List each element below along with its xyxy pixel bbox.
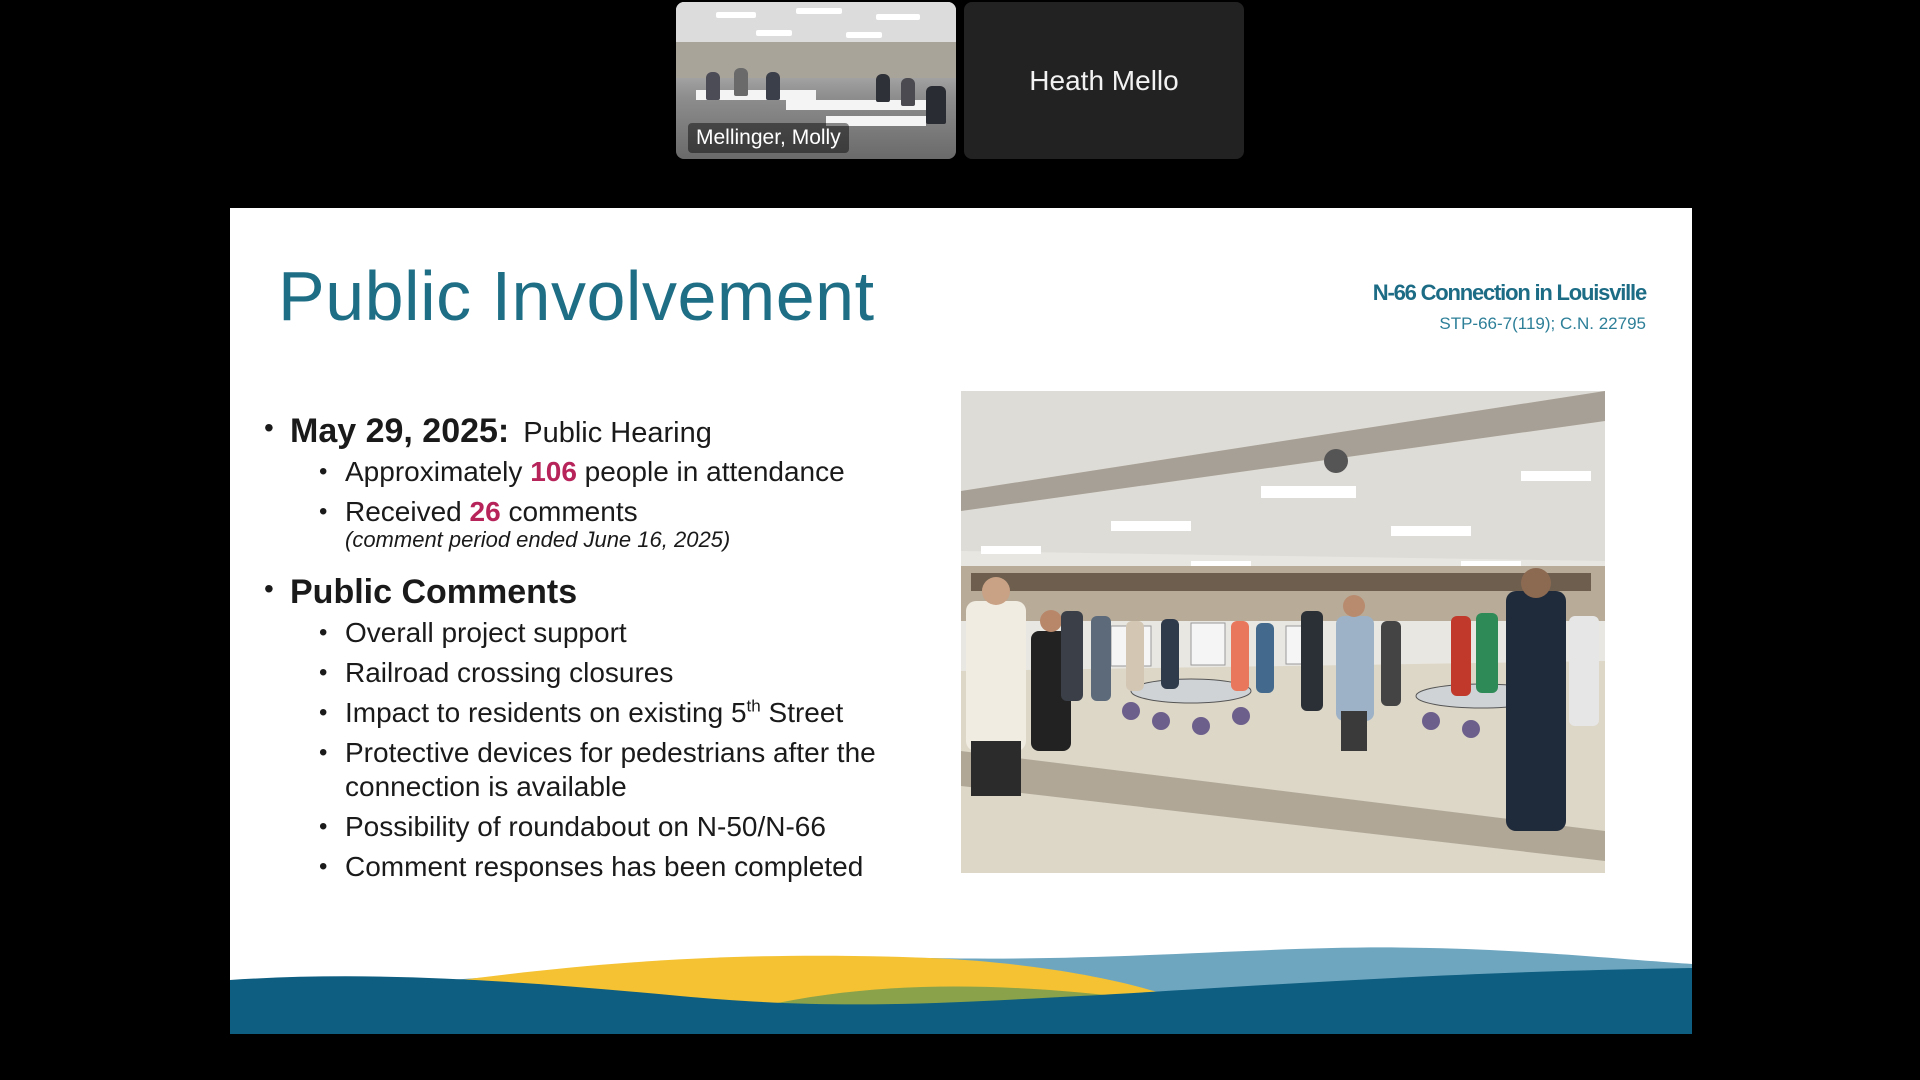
comment-period-note: (comment period ended June 16, 2025) bbox=[345, 527, 731, 552]
attendance-text: Approximately bbox=[345, 456, 531, 487]
bullet-hearing: May 29, 2025: Public Hearing bbox=[262, 412, 1002, 451]
public-comments-heading: Public Comments bbox=[290, 573, 578, 611]
bullet-list: May 29, 2025: Public Hearing Approximatel… bbox=[262, 412, 1002, 884]
comment-item-superscript: th bbox=[746, 696, 761, 716]
slide-title: Public Involvement bbox=[278, 257, 875, 335]
attendance-text-end: people in attendance bbox=[576, 456, 845, 487]
comment-item: Impact to residents on existing 5th Stre… bbox=[262, 696, 1002, 730]
participant-name-label: Mellinger, Molly bbox=[688, 123, 849, 153]
participant-name-label: Heath Mello bbox=[1029, 64, 1179, 96]
hearing-label: Public Hearing bbox=[523, 417, 712, 449]
bullet-attendance: Approximately 106 people in attendance bbox=[262, 455, 1002, 489]
attendance-count: 106 bbox=[530, 456, 577, 487]
comments-count: 26 bbox=[469, 496, 501, 527]
comment-item: Railroad crossing closures bbox=[262, 656, 1002, 690]
comment-item-text: Impact to residents on existing 5 bbox=[345, 697, 747, 728]
comment-item: Comment responses has been completed bbox=[262, 850, 1002, 884]
project-code: STP-66-7(119); C.N. 22795 bbox=[1439, 314, 1646, 333]
comments-text: Received bbox=[345, 496, 470, 527]
comment-item: Overall project support bbox=[262, 616, 1002, 650]
comments-text-end: comments bbox=[500, 496, 638, 527]
comment-item-text-end: Street bbox=[760, 697, 844, 728]
project-title: N-66 Connection in Louisville bbox=[1372, 280, 1647, 305]
comment-item: Protective devices for pedestrians after… bbox=[262, 736, 962, 804]
participant-tile-video[interactable]: Mellinger, Molly bbox=[676, 2, 956, 159]
bullet-comments-received: Received 26 comments bbox=[262, 495, 1002, 529]
hearing-photo bbox=[961, 391, 1605, 873]
comment-item: Possibility of roundabout on N-50/N-66 bbox=[262, 810, 1002, 844]
footer-waves-decoration bbox=[230, 947, 1692, 1034]
hearing-date: May 29, 2025: bbox=[290, 412, 510, 450]
shared-screen-slide: Public Involvement N-66 Connection in Lo… bbox=[230, 208, 1692, 1034]
participant-tile-audio-only[interactable]: Heath Mello bbox=[964, 2, 1244, 159]
bullet-public-comments: Public Comments bbox=[262, 573, 1002, 612]
